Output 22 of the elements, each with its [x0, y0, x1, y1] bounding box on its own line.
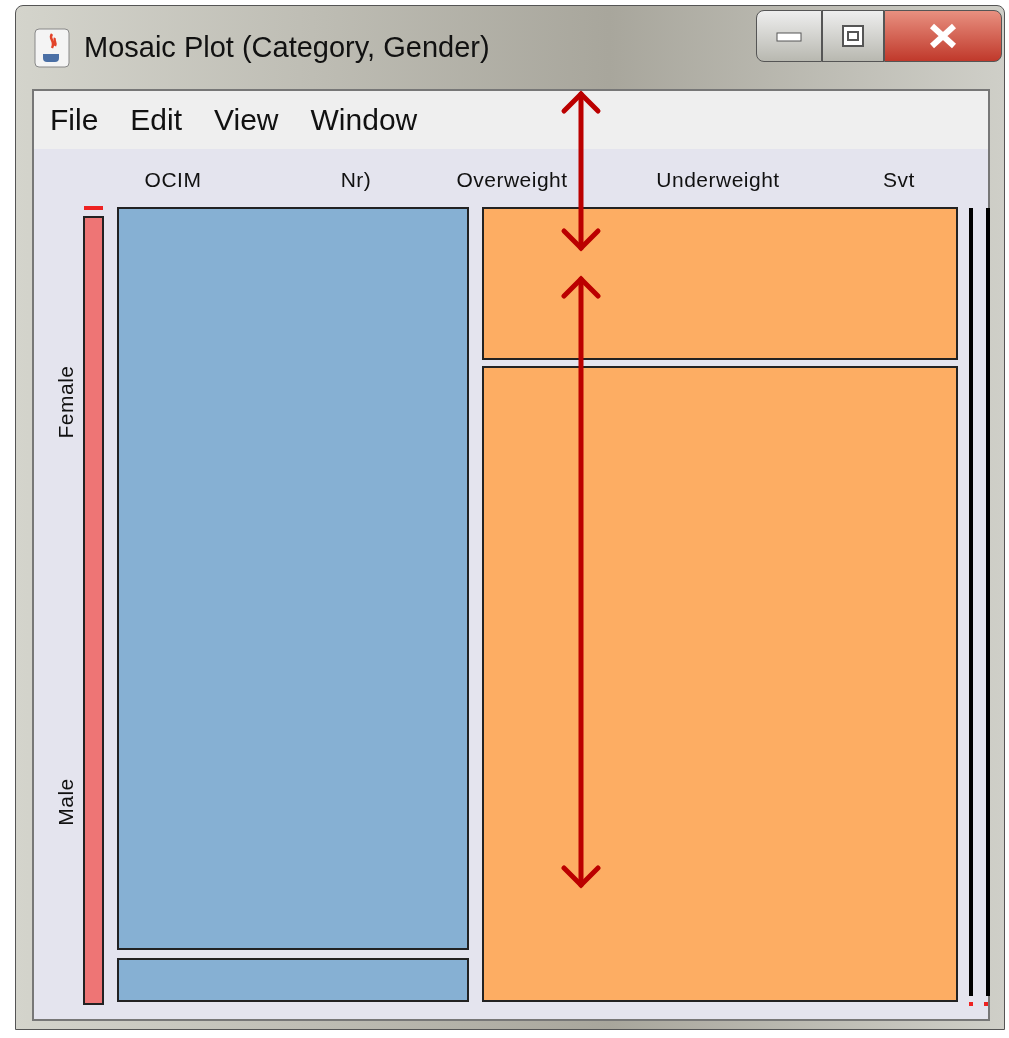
- selection-marker: [984, 1002, 988, 1006]
- minimize-button[interactable]: [756, 10, 822, 62]
- menu-item[interactable]: Window: [294, 91, 434, 149]
- column-label: Underweight: [656, 168, 780, 191]
- menu-item[interactable]: File: [34, 91, 115, 149]
- maximize-icon: [841, 24, 865, 49]
- selection-marker: [969, 1002, 973, 1006]
- close-button[interactable]: [884, 10, 1002, 62]
- column-label: Overweight: [456, 168, 568, 191]
- close-icon: [928, 23, 958, 49]
- column-label: Svt: [883, 168, 915, 191]
- minimize-icon: [776, 31, 802, 42]
- menu-item[interactable]: Edit: [114, 91, 199, 149]
- row-label: Female: [54, 365, 77, 439]
- column-label: OCIM: [144, 168, 202, 191]
- maximize-button[interactable]: [822, 10, 884, 62]
- window-title: Mosaic Plot (Category, Gender): [84, 29, 490, 65]
- row-label: Male: [54, 778, 77, 826]
- column-label: Nr): [340, 168, 372, 191]
- menu-item[interactable]: View: [198, 91, 295, 149]
- selection-marker: [84, 206, 103, 210]
- java-cup-icon: [34, 27, 70, 68]
